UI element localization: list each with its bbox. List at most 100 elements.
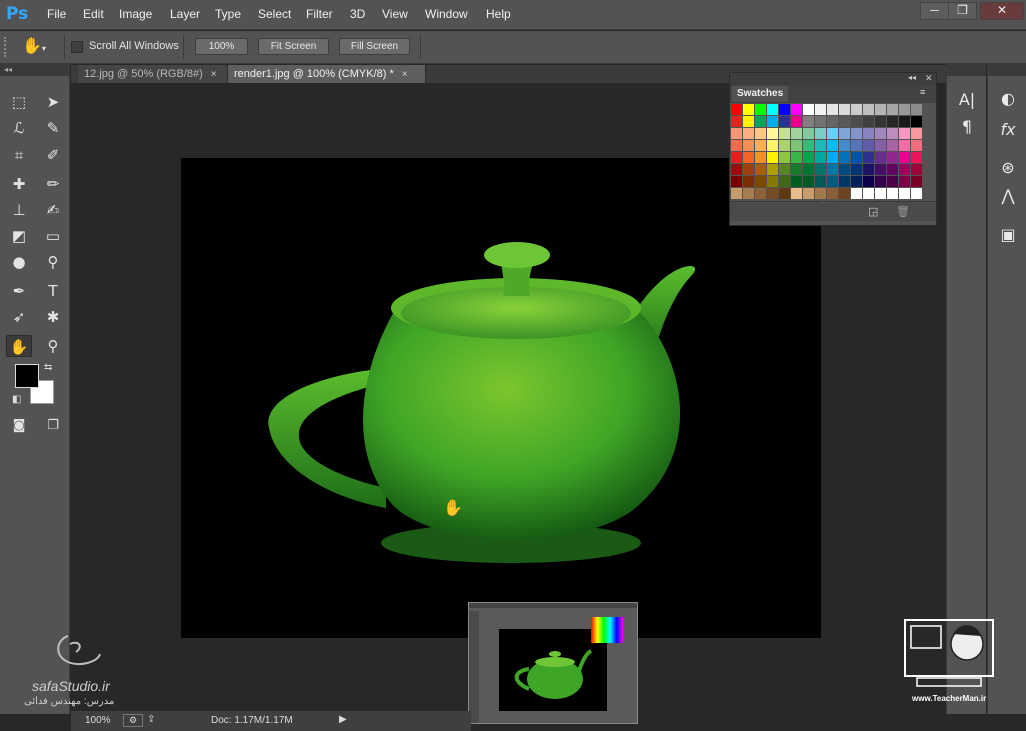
- tab-render1jpg[interactable]: render1.jpg @ 100% (CMYK/8) * ×: [228, 65, 426, 83]
- zoom-icon[interactable]: ⚲: [40, 335, 66, 357]
- resize-grip[interactable]: ⋯⋯: [820, 199, 834, 207]
- swatch-cell[interactable]: [863, 176, 874, 187]
- swatch-cell[interactable]: [779, 188, 790, 199]
- dodge-icon[interactable]: ⚲: [40, 251, 66, 273]
- fit-screen-button[interactable]: Fit Screen: [258, 38, 329, 55]
- swatch-cell[interactable]: [791, 140, 802, 151]
- swatch-cell[interactable]: [887, 188, 898, 199]
- swatch-cell[interactable]: [827, 116, 838, 127]
- swatch-cell[interactable]: [875, 164, 886, 175]
- styles-icon[interactable]: fx: [995, 118, 1021, 142]
- swatch-cell[interactable]: [791, 152, 802, 163]
- swatch-cell[interactable]: [863, 116, 874, 127]
- swatch-cell[interactable]: [791, 116, 802, 127]
- swatch-cell[interactable]: [791, 176, 802, 187]
- swatch-cell[interactable]: [743, 140, 754, 151]
- swatch-cell[interactable]: [863, 128, 874, 139]
- swatch-cell[interactable]: [743, 128, 754, 139]
- swatch-cell[interactable]: [839, 104, 850, 115]
- close-window-button[interactable]: ✕: [980, 2, 1024, 20]
- swatch-cell[interactable]: [755, 176, 766, 187]
- swatch-cell[interactable]: [863, 164, 874, 175]
- swatch-cell[interactable]: [767, 116, 778, 127]
- swatch-cell[interactable]: [755, 128, 766, 139]
- swatch-cell[interactable]: [839, 128, 850, 139]
- tools-panel-header[interactable]: ◂◂: [0, 64, 70, 76]
- swatch-cell[interactable]: [791, 164, 802, 175]
- hand-tool-icon[interactable]: ✋: [6, 335, 32, 357]
- swatch-cell[interactable]: [743, 188, 754, 199]
- swatch-cell[interactable]: [815, 116, 826, 127]
- swatch-cell[interactable]: [743, 164, 754, 175]
- rect-marquee-icon[interactable]: ⬚: [6, 91, 32, 113]
- swatch-cell[interactable]: [827, 164, 838, 175]
- status-icon[interactable]: ⚙: [123, 714, 143, 727]
- swatch-cell[interactable]: [851, 140, 862, 151]
- swatch-cell[interactable]: [755, 116, 766, 127]
- swatch-cell[interactable]: [755, 188, 766, 199]
- swatch-cell[interactable]: [779, 116, 790, 127]
- quick-select-icon[interactable]: ✎: [40, 117, 66, 139]
- path-select-icon[interactable]: ➶: [6, 306, 32, 328]
- swatch-cell[interactable]: [863, 188, 874, 199]
- swatch-cell[interactable]: [911, 128, 922, 139]
- layers-3d-icon[interactable]: ▣: [995, 223, 1021, 247]
- adjustments-icon[interactable]: ◐: [995, 87, 1021, 111]
- fill-screen-button[interactable]: Fill Screen: [339, 38, 410, 55]
- menu-3d[interactable]: 3D: [350, 7, 365, 21]
- swatch-cell[interactable]: [911, 188, 922, 199]
- eraser-icon[interactable]: ◩: [6, 225, 32, 247]
- panel-menu-icon[interactable]: ≡: [920, 87, 925, 97]
- swatch-cell[interactable]: [803, 188, 814, 199]
- swatch-cell[interactable]: [767, 128, 778, 139]
- options-grip[interactable]: [4, 37, 10, 57]
- swatch-cell[interactable]: [887, 128, 898, 139]
- close-icon[interactable]: ×: [211, 66, 217, 84]
- swatch-cell[interactable]: [887, 152, 898, 163]
- swatch-cell[interactable]: [911, 104, 922, 115]
- swatch-cell[interactable]: [779, 140, 790, 151]
- swatch-cell[interactable]: [827, 176, 838, 187]
- tab-12jpg[interactable]: 12.jpg @ 50% (RGB/8#) ×: [78, 65, 228, 83]
- type-icon[interactable]: T: [40, 280, 66, 302]
- brush-icon[interactable]: ✏: [40, 173, 66, 195]
- dock-header[interactable]: [988, 64, 1026, 76]
- swatch-cell[interactable]: [803, 152, 814, 163]
- swatch-cell[interactable]: [851, 128, 862, 139]
- swatch-cell[interactable]: [851, 104, 862, 115]
- swatch-cell[interactable]: [911, 164, 922, 175]
- menu-edit[interactable]: Edit: [83, 7, 104, 21]
- navigator-thumbnail[interactable]: [468, 602, 638, 724]
- new-swatch-icon[interactable]: ◲: [868, 205, 878, 218]
- eyedropper-icon[interactable]: ✐: [40, 144, 66, 166]
- swatch-cell[interactable]: [767, 140, 778, 151]
- swatch-cell[interactable]: [875, 140, 886, 151]
- swatch-cell[interactable]: [731, 152, 742, 163]
- foreground-color[interactable]: [15, 364, 39, 388]
- swatch-cell[interactable]: [827, 152, 838, 163]
- swatch-cell[interactable]: [911, 116, 922, 127]
- menu-image[interactable]: Image: [119, 7, 152, 21]
- swatch-cell[interactable]: [767, 152, 778, 163]
- paragraph-icon[interactable]: ¶: [954, 115, 980, 139]
- swatch-cell[interactable]: [731, 164, 742, 175]
- swatch-cell[interactable]: [731, 188, 742, 199]
- swatch-cell[interactable]: [899, 128, 910, 139]
- swatch-cell[interactable]: [755, 140, 766, 151]
- crop-icon[interactable]: ⌗: [6, 144, 32, 166]
- swatch-cell[interactable]: [875, 188, 886, 199]
- shape-icon[interactable]: ✱: [40, 306, 66, 328]
- swatch-cell[interactable]: [791, 128, 802, 139]
- swatch-cell[interactable]: [887, 140, 898, 151]
- swatch-cell[interactable]: [839, 140, 850, 151]
- swatch-cell[interactable]: [743, 152, 754, 163]
- swatch-cell[interactable]: [767, 188, 778, 199]
- dock-header[interactable]: [947, 64, 986, 76]
- swatch-cell[interactable]: [731, 140, 742, 151]
- screen-mode-icon[interactable]: ❐: [40, 415, 66, 437]
- swatch-cell[interactable]: [827, 140, 838, 151]
- swatch-cell[interactable]: [899, 116, 910, 127]
- swatch-cell[interactable]: [791, 188, 802, 199]
- pen-icon[interactable]: ✒: [6, 280, 32, 302]
- swatch-cell[interactable]: [803, 116, 814, 127]
